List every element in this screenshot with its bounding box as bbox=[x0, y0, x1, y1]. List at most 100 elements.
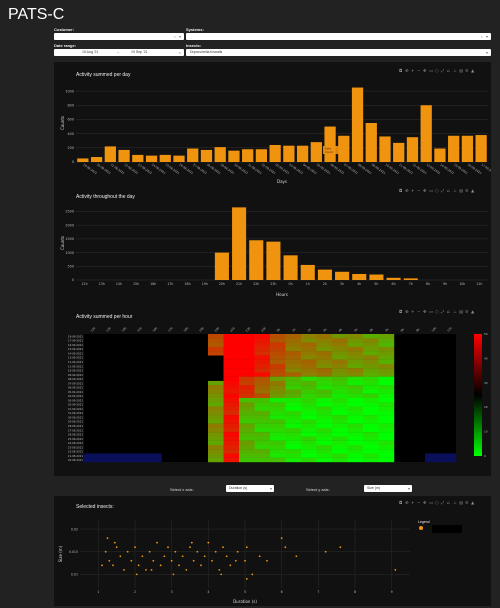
bar[interactable] bbox=[145, 155, 158, 162]
autoscale-icon[interactable]: ⤢ bbox=[441, 68, 445, 73]
scatter-point[interactable] bbox=[135, 573, 138, 576]
scatter-point[interactable] bbox=[251, 573, 254, 576]
compare-icon[interactable]: ≡ bbox=[465, 188, 469, 193]
logo-icon[interactable]: ▲ bbox=[471, 309, 475, 314]
minus-icon[interactable]: − bbox=[417, 500, 421, 505]
scatter-point[interactable] bbox=[234, 559, 237, 562]
scatter-point[interactable] bbox=[185, 568, 188, 571]
bar[interactable] bbox=[269, 144, 281, 162]
clear-icon[interactable]: × bbox=[174, 33, 176, 40]
bar[interactable] bbox=[173, 155, 185, 162]
bar[interactable] bbox=[118, 149, 130, 162]
customer-select[interactable]: × ▾ bbox=[54, 33, 184, 40]
scatter-point[interactable] bbox=[123, 568, 125, 571]
date-end[interactable]: 19 Sep '21 bbox=[131, 49, 148, 56]
scatter-point[interactable] bbox=[119, 555, 122, 558]
autoscale-icon[interactable]: ⤢ bbox=[441, 188, 445, 193]
hover-icon[interactable]: ▤ bbox=[459, 309, 463, 314]
bar[interactable] bbox=[448, 135, 460, 162]
scatter-point[interactable] bbox=[113, 541, 116, 544]
compare-icon[interactable]: ≡ bbox=[465, 309, 469, 314]
scatter-point[interactable] bbox=[211, 559, 213, 562]
scatter-point[interactable] bbox=[137, 564, 140, 567]
autoscale-icon[interactable]: ⤢ bbox=[441, 309, 445, 314]
scatter-point[interactable] bbox=[229, 564, 232, 567]
scatter-point[interactable] bbox=[112, 564, 114, 567]
minus-icon[interactable]: − bbox=[417, 68, 421, 73]
scatter-point[interactable] bbox=[148, 550, 151, 553]
scatter-point[interactable] bbox=[150, 568, 153, 571]
scatter-point[interactable] bbox=[225, 555, 228, 558]
hourly-chart[interactable]: ◘ ⊕ + − ✥ ▭ ○ ⤢ ⌂ ⊥ ▤ ≡ ▲ 0 500 1000 1500 2000 2500 12h 13h 1… bbox=[54, 184, 491, 306]
logo-icon[interactable]: ▲ bbox=[471, 68, 475, 73]
scatter-point[interactable] bbox=[245, 578, 248, 580]
hover-icon[interactable]: ▤ bbox=[459, 68, 463, 73]
plus-icon[interactable]: + bbox=[411, 309, 415, 314]
bar[interactable] bbox=[403, 278, 418, 280]
scatter-point[interactable] bbox=[203, 555, 206, 558]
scatter-point[interactable] bbox=[324, 550, 327, 553]
pan-icon[interactable]: ✥ bbox=[423, 188, 427, 193]
spike-icon[interactable]: ⊥ bbox=[453, 500, 457, 505]
scatter-point[interactable] bbox=[192, 559, 195, 562]
clear-icon[interactable]: × bbox=[481, 33, 483, 40]
bar[interactable] bbox=[228, 150, 240, 162]
bar[interactable] bbox=[434, 148, 446, 162]
scatter-point[interactable] bbox=[159, 564, 162, 567]
clear-date-icon[interactable]: × bbox=[179, 49, 181, 56]
x-axis-select[interactable]: Duration (s) ▾ bbox=[226, 485, 274, 492]
pan-icon[interactable]: ✥ bbox=[423, 500, 427, 505]
bar[interactable] bbox=[475, 135, 487, 162]
scatter-point[interactable] bbox=[106, 537, 109, 540]
zoom-icon[interactable]: ⊕ bbox=[405, 188, 409, 193]
insects-select[interactable]: Duponchelia fovealis ▾ bbox=[186, 49, 491, 56]
autoscale-icon[interactable]: ⤢ bbox=[441, 500, 445, 505]
scatter-point[interactable] bbox=[134, 546, 136, 549]
scatter-point[interactable] bbox=[196, 550, 199, 553]
scatter-point[interactable] bbox=[178, 564, 180, 567]
bar[interactable] bbox=[266, 241, 281, 280]
lasso-icon[interactable]: ○ bbox=[435, 188, 439, 193]
bar[interactable] bbox=[393, 142, 405, 162]
scatter-point[interactable] bbox=[170, 559, 173, 562]
camera-icon[interactable]: ◘ bbox=[399, 500, 402, 505]
scatter-point[interactable] bbox=[145, 568, 147, 571]
daterange-picker[interactable]: 19 Aug '21 → 19 Sep '21 × bbox=[54, 49, 184, 56]
bar[interactable] bbox=[296, 145, 309, 162]
compare-icon[interactable]: ≡ bbox=[465, 500, 469, 505]
scatter-point[interactable] bbox=[101, 564, 103, 567]
bar[interactable] bbox=[300, 264, 315, 280]
scatter-point[interactable] bbox=[339, 546, 342, 549]
scatter-point[interactable] bbox=[236, 550, 239, 553]
scatter-point[interactable] bbox=[284, 546, 287, 549]
scatter-point[interactable] bbox=[126, 550, 129, 553]
minus-icon[interactable]: − bbox=[417, 188, 421, 193]
camera-icon[interactable]: ◘ bbox=[399, 309, 402, 314]
bar[interactable] bbox=[461, 135, 474, 162]
hover-icon[interactable]: ▤ bbox=[459, 500, 463, 505]
scatter-point[interactable] bbox=[130, 559, 133, 562]
scatter-point[interactable] bbox=[280, 537, 283, 540]
bar[interactable] bbox=[214, 252, 229, 280]
scatter-point[interactable] bbox=[163, 555, 166, 558]
hover-icon[interactable]: ▤ bbox=[459, 188, 463, 193]
scatter-point[interactable] bbox=[172, 573, 175, 576]
logo-icon[interactable]: ▲ bbox=[471, 188, 475, 193]
reset-icon[interactable]: ⌂ bbox=[447, 188, 450, 193]
scatter-point[interactable] bbox=[104, 550, 107, 553]
bar[interactable] bbox=[379, 136, 391, 162]
scatter-point[interactable] bbox=[115, 546, 118, 549]
scatter-point[interactable] bbox=[266, 559, 268, 562]
bar[interactable] bbox=[159, 154, 171, 162]
pan-icon[interactable]: ✥ bbox=[423, 68, 427, 73]
zoom-icon[interactable]: ⊕ bbox=[405, 500, 409, 505]
lasso-icon[interactable]: ○ bbox=[435, 500, 439, 505]
scatter-point[interactable] bbox=[141, 555, 144, 558]
scatter-point[interactable] bbox=[214, 550, 217, 553]
bar[interactable] bbox=[324, 126, 336, 162]
bar[interactable] bbox=[351, 87, 364, 162]
bar[interactable] bbox=[187, 148, 199, 162]
scatter-point[interactable] bbox=[189, 546, 191, 549]
scatter-point[interactable] bbox=[152, 559, 155, 562]
scatter-point[interactable] bbox=[244, 559, 246, 562]
